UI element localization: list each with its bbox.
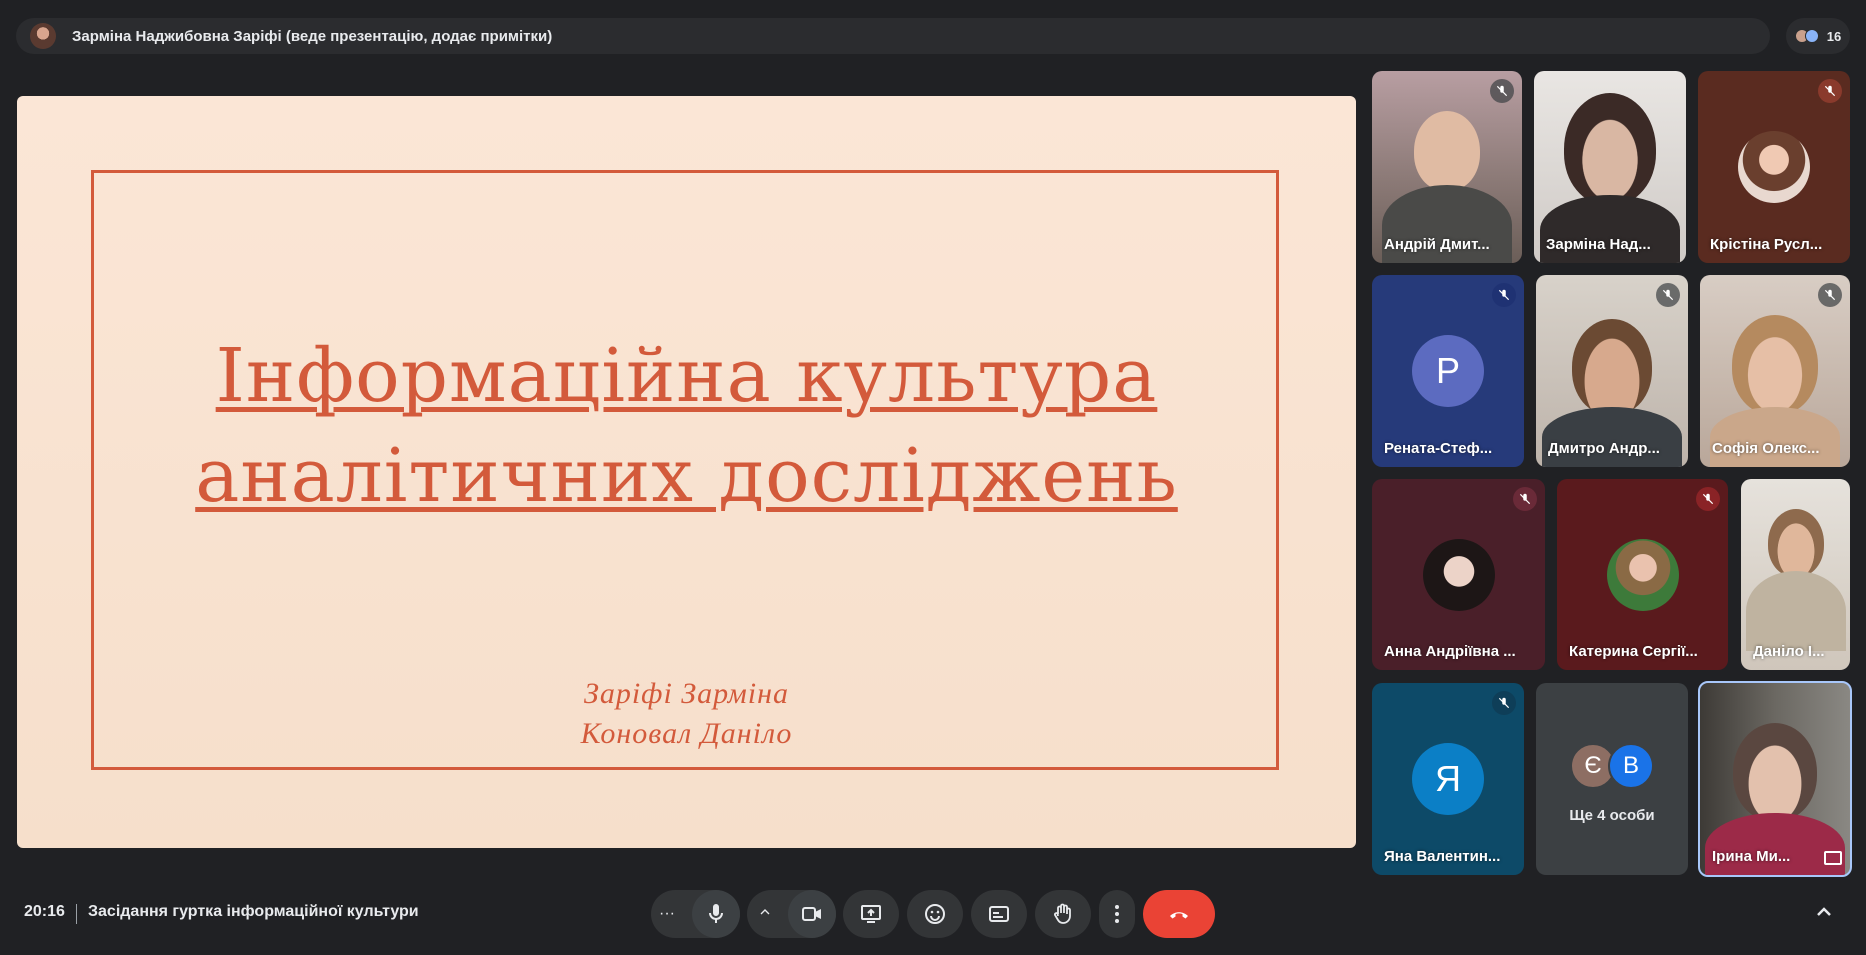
mic-off-icon: [1513, 487, 1537, 511]
camera-button[interactable]: [788, 890, 836, 938]
slide-author-1: Заріфі Зарміна: [583, 677, 790, 710]
audio-options-button[interactable]: ···: [651, 905, 683, 923]
participant-avatar: [1738, 131, 1810, 203]
more-participants-label: Ще 4 особи: [1569, 807, 1655, 824]
more-participants-tile[interactable]: Є В Ще 4 особи: [1536, 683, 1688, 875]
participant-tile-kateryna[interactable]: Катерина Сергії...: [1557, 479, 1728, 670]
reactions-button[interactable]: [907, 890, 963, 938]
captions-button[interactable]: [971, 890, 1027, 938]
more-avatar-2: В: [1608, 743, 1654, 789]
meeting-title: Засідання гуртка інформаційної культури: [88, 903, 419, 920]
more-participants-avatars: Є В: [1570, 743, 1654, 789]
participant-name: Анна Андріївна ...: [1384, 643, 1516, 660]
participants-count: 16: [1826, 28, 1842, 44]
participant-name: Андрій Дмит...: [1384, 236, 1490, 253]
mic-off-icon: [1696, 487, 1720, 511]
participant-name: Зарміна Над...: [1546, 236, 1651, 253]
slide-title-line1: Інформаційна культура: [215, 333, 1158, 419]
microphone-button[interactable]: [692, 890, 740, 938]
captions-icon: [989, 906, 1009, 922]
participant-name: Яна Валентин...: [1384, 848, 1501, 865]
participant-tile-iryna-self[interactable]: Ірина Ми...: [1698, 681, 1852, 877]
microphone-icon: [709, 904, 723, 923]
participants-avatars: [1794, 29, 1819, 43]
expand-panel-button[interactable]: [1812, 900, 1836, 924]
more-options-button[interactable]: [1099, 890, 1135, 938]
video-options-button[interactable]: [747, 904, 783, 925]
presenter-title: Зарміна Наджибовна Заріфі (веде презента…: [72, 27, 553, 45]
camera-control-group: [747, 890, 836, 938]
chevron-up-icon: [1817, 907, 1831, 916]
picture-in-picture-icon[interactable]: [1824, 851, 1842, 865]
participant-tile-anna[interactable]: Анна Андріївна ...: [1372, 479, 1545, 670]
participant-avatar: [1422, 538, 1495, 611]
participant-tile-zarmina[interactable]: Зарміна Над...: [1534, 71, 1686, 263]
slide-author-2: Коновал Даніло: [580, 717, 793, 750]
camera-icon: [802, 907, 821, 921]
mic-off-icon: [1490, 79, 1514, 103]
slide-authors: Заріфі Зарміна Коновал Даніло: [17, 674, 1356, 754]
hang-up-icon: [1170, 912, 1188, 919]
mic-off-icon: [1818, 79, 1842, 103]
participant-tile-danylo[interactable]: Даніло І...: [1741, 479, 1850, 670]
participant-name: Катерина Сергії...: [1569, 643, 1698, 660]
participant-name: Ірина Ми...: [1712, 848, 1791, 865]
slide-title: Інформаційна культура аналітичних дослід…: [17, 326, 1356, 526]
participant-name: Рената-Стеф...: [1384, 440, 1493, 457]
presenter-avatar: [30, 23, 56, 49]
mic-off-icon: [1492, 283, 1516, 307]
participant-name: Дмитро Андр...: [1548, 440, 1660, 457]
participant-tile-dmytro[interactable]: Дмитро Андр...: [1536, 275, 1688, 467]
participant-tile-sofiia[interactable]: Софія Олекс...: [1700, 275, 1850, 467]
participant-tile-andrii[interactable]: Андрій Дмит...: [1372, 71, 1522, 263]
participant-video: [1745, 509, 1846, 651]
mic-off-icon: [1656, 283, 1680, 307]
chevron-up-icon: [760, 908, 770, 914]
participant-name: Крістіна Русл...: [1710, 236, 1823, 253]
slide-title-line2: аналітичних досліджень: [195, 433, 1178, 519]
participants-button[interactable]: 16: [1786, 18, 1850, 54]
present-screen-icon: [861, 905, 881, 923]
participant-tile-kristina[interactable]: Крістіна Русл...: [1698, 71, 1850, 263]
mic-off-icon: [1492, 691, 1516, 715]
leave-call-button[interactable]: [1143, 890, 1215, 938]
participant-avatar: [1606, 538, 1679, 611]
participant-name: Софія Олекс...: [1712, 440, 1820, 457]
hand-icon: [1054, 903, 1071, 924]
participant-name: Даніло І...: [1753, 643, 1825, 660]
meeting-clock: 20:16: [24, 903, 65, 920]
raise-hand-button[interactable]: [1035, 890, 1091, 938]
presenter-bar[interactable]: Зарміна Наджибовна Заріфі (веде презента…: [16, 18, 1770, 54]
mic-off-icon: [1818, 283, 1842, 307]
participant-letter-avatar: Р: [1412, 335, 1484, 407]
participant-tile-renata[interactable]: Р Рената-Стеф...: [1372, 275, 1524, 467]
mic-control-group: ···: [651, 890, 740, 938]
presentation-slide: Інформаційна культура аналітичних дослід…: [17, 96, 1356, 848]
more-vert-icon: [1115, 905, 1119, 923]
participant-tile-yana[interactable]: Я Яна Валентин...: [1372, 683, 1524, 875]
emoji-icon: [925, 904, 945, 924]
participant-letter-avatar: Я: [1412, 743, 1484, 815]
present-screen-button[interactable]: [843, 890, 899, 938]
divider: [76, 904, 77, 924]
